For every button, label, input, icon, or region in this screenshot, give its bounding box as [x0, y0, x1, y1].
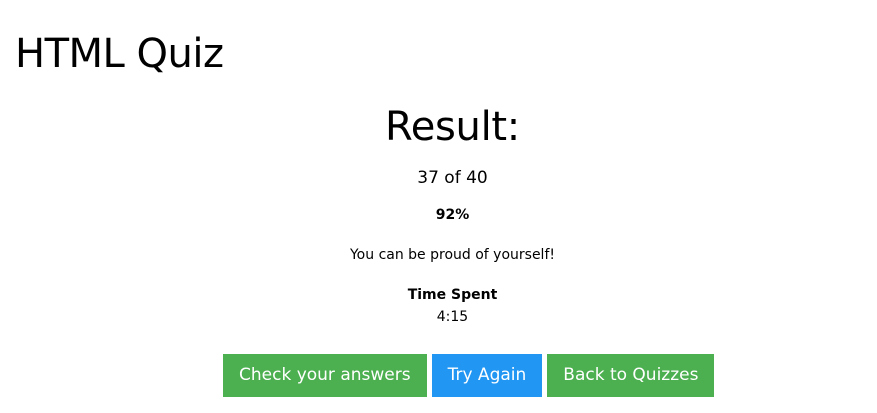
result-heading: Result:	[385, 104, 520, 150]
try-again-button[interactable]: Try Again	[431, 354, 543, 397]
check-answers-button[interactable]: Check your answers	[223, 354, 427, 397]
quiz-title: HTML Quiz	[15, 31, 224, 77]
score-text: 37 of 40	[417, 168, 488, 188]
back-to-quizzes-button[interactable]: Back to Quizzes	[547, 354, 715, 397]
time-spent-value: 4:15	[436, 309, 469, 325]
result-message: You can be proud of yourself!	[349, 247, 555, 263]
quiz-result-page: HTML Quiz Result: 37 of 40 92% You can b…	[0, 0, 877, 413]
result-actions: Check your answers Try Again Back to Qui…	[223, 354, 715, 397]
time-spent-label: Time Spent	[407, 287, 498, 303]
result-panel: Result: 37 of 40 92% You can be proud of…	[0, 100, 877, 327]
score-percentage: 92%	[435, 207, 470, 223]
